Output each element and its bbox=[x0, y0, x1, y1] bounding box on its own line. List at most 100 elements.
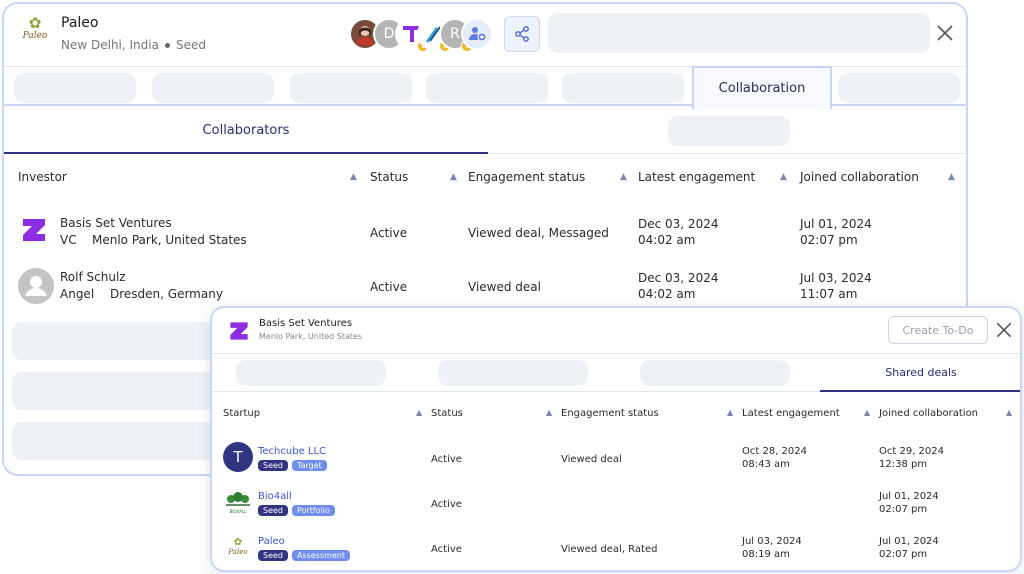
add-collaborator-button[interactable] bbox=[461, 18, 493, 50]
company-logo-text: Paleo bbox=[22, 31, 48, 41]
latest-time: 04:02 am bbox=[638, 233, 696, 247]
engagement-status: Viewed deal bbox=[468, 280, 541, 294]
share-button[interactable] bbox=[504, 16, 540, 52]
table-row[interactable]: ✿ Paleo Paleo Seed Assessment Active Vie… bbox=[212, 532, 1020, 570]
engagement-status: Viewed deal, Messaged bbox=[468, 226, 609, 240]
sort-icon[interactable]: ▲ bbox=[620, 170, 627, 184]
leaf-icon: ✿ bbox=[233, 537, 243, 548]
column-header: Investor bbox=[18, 170, 67, 184]
investor-type: Angel bbox=[60, 287, 95, 301]
startup-tags: Seed Target bbox=[258, 460, 327, 471]
sort-icon[interactable]: ▲ bbox=[546, 408, 552, 417]
latest-time: 08:43 am bbox=[742, 459, 790, 470]
popup-investor-name: Basis Set Ventures bbox=[259, 318, 353, 329]
close-icon[interactable] bbox=[994, 320, 1014, 340]
table-row[interactable]: Basis Set Ventures VC Menlo Park, United… bbox=[4, 206, 966, 258]
column-header: Engagement status bbox=[561, 408, 659, 419]
status-text: Active bbox=[370, 280, 408, 294]
startup-name[interactable]: Paleo bbox=[258, 536, 285, 547]
joined-time: 02:07 pm bbox=[879, 504, 928, 515]
tab-collaborators[interactable]: Collaborators bbox=[4, 108, 488, 154]
company-logo: ✿ Paleo bbox=[18, 16, 52, 50]
close-button[interactable] bbox=[932, 20, 958, 46]
investor-detail-window: Basis Set Ventures Menlo Park, United St… bbox=[210, 306, 1022, 572]
column-header: Latest engagement bbox=[638, 170, 756, 184]
tab-shared-deals[interactable]: Shared deals bbox=[820, 354, 1020, 392]
column-header: Joined collaboration bbox=[879, 408, 979, 419]
investor-location: Menlo Park, United States bbox=[92, 233, 247, 247]
investor-logo-icon bbox=[230, 322, 248, 340]
investor-name[interactable]: Basis Set Ventures bbox=[60, 216, 172, 230]
add-user-icon bbox=[469, 27, 486, 42]
latest-time: 08:19 am bbox=[742, 549, 790, 560]
investor-logo-icon bbox=[22, 218, 46, 242]
joined-time: 02:07 pm bbox=[879, 549, 928, 560]
sort-icon[interactable]: ▲ bbox=[450, 170, 457, 184]
status-text: Active bbox=[370, 226, 408, 240]
create-todo-button[interactable]: Create To-Do bbox=[888, 316, 988, 344]
stage-tag: Seed bbox=[258, 460, 288, 471]
tab-placeholder[interactable] bbox=[290, 73, 412, 103]
company-name[interactable]: Paleo bbox=[61, 15, 98, 31]
sort-icon[interactable]: ▲ bbox=[416, 408, 422, 417]
header-placeholder-bar bbox=[548, 13, 930, 53]
investor-name[interactable]: Rolf Schulz bbox=[60, 270, 126, 284]
company-location: New Delhi, India bbox=[61, 38, 159, 52]
sub-tab-bar: Collaborators bbox=[4, 108, 966, 154]
category-tag: Target bbox=[292, 460, 327, 471]
startup-logo-letter: T bbox=[233, 448, 243, 466]
column-header: Status bbox=[431, 408, 463, 419]
column-header: Startup bbox=[223, 408, 261, 419]
popup-tab-bar: Shared deals bbox=[212, 353, 1020, 392]
sort-icon[interactable]: ▲ bbox=[864, 408, 870, 417]
sort-icon[interactable]: ▲ bbox=[350, 170, 357, 184]
sort-icon[interactable]: ▲ bbox=[780, 170, 787, 184]
close-icon bbox=[937, 25, 953, 41]
column-header: Joined collaboration bbox=[800, 170, 919, 184]
joined-date: Jul 01, 2024 bbox=[879, 536, 939, 547]
startup-logo: ✿ Paleo bbox=[223, 532, 253, 562]
sort-icon[interactable]: ▲ bbox=[727, 408, 733, 417]
tab-placeholder[interactable] bbox=[236, 360, 386, 386]
tab-placeholder[interactable] bbox=[562, 73, 684, 103]
category-tag: Portfolio bbox=[292, 505, 335, 516]
main-tab-bar: Collaboration bbox=[4, 66, 966, 109]
latest-date: Dec 03, 2024 bbox=[638, 271, 719, 285]
latest-time: 04:02 am bbox=[638, 287, 696, 301]
tab-placeholder[interactable] bbox=[438, 360, 588, 386]
person-icon bbox=[18, 268, 54, 304]
column-header: Latest engagement bbox=[742, 408, 840, 419]
engagement-status: Viewed deal, Rated bbox=[561, 544, 658, 555]
investor-location: Dresden, Germany bbox=[110, 287, 223, 301]
tab-placeholder[interactable] bbox=[668, 116, 790, 146]
share-icon bbox=[515, 26, 529, 42]
collaborator-avatars[interactable]: D $ $ R$ bbox=[349, 18, 499, 52]
status-text: Active bbox=[431, 544, 462, 555]
table-row[interactable]: T Techcube LLC Seed Target Active Viewed… bbox=[212, 442, 1020, 488]
tab-placeholder[interactable] bbox=[426, 73, 548, 103]
sort-icon[interactable]: ▲ bbox=[1006, 408, 1012, 417]
sort-icon[interactable]: ▲ bbox=[948, 170, 955, 184]
startup-name[interactable]: Techcube LLC bbox=[258, 446, 326, 457]
startup-logo-text: Paleo bbox=[228, 548, 248, 556]
joined-time: 11:07 am bbox=[800, 287, 858, 301]
startup-tags: Seed Assessment bbox=[258, 550, 350, 561]
joined-time: 12:38 pm bbox=[879, 459, 928, 470]
tab-collaboration[interactable]: Collaboration bbox=[692, 66, 832, 109]
table-row[interactable]: Rolf Schulz Angel Dresden, Germany Activ… bbox=[4, 260, 966, 312]
startup-logo-text: BIO4ALL bbox=[229, 508, 247, 514]
joined-date: Oct 29, 2024 bbox=[879, 446, 944, 457]
latest-date: Jul 03, 2024 bbox=[742, 536, 802, 547]
joined-date: Jul 01, 2024 bbox=[879, 491, 939, 502]
startup-name[interactable]: Bio4all bbox=[258, 491, 292, 502]
latest-date: Oct 28, 2024 bbox=[742, 446, 807, 457]
tab-placeholder[interactable] bbox=[838, 73, 960, 103]
tab-placeholder[interactable] bbox=[152, 73, 274, 103]
company-stage: Seed bbox=[175, 38, 206, 52]
tab-placeholder[interactable] bbox=[640, 360, 790, 386]
investor-type: VC bbox=[60, 233, 77, 247]
table-row[interactable]: BIO4ALL Bio4all Seed Portfolio Active Ju… bbox=[212, 489, 1020, 533]
tab-placeholder[interactable] bbox=[14, 73, 136, 103]
startup-logo: T bbox=[223, 442, 253, 472]
joined-time: 02:07 pm bbox=[800, 233, 858, 247]
